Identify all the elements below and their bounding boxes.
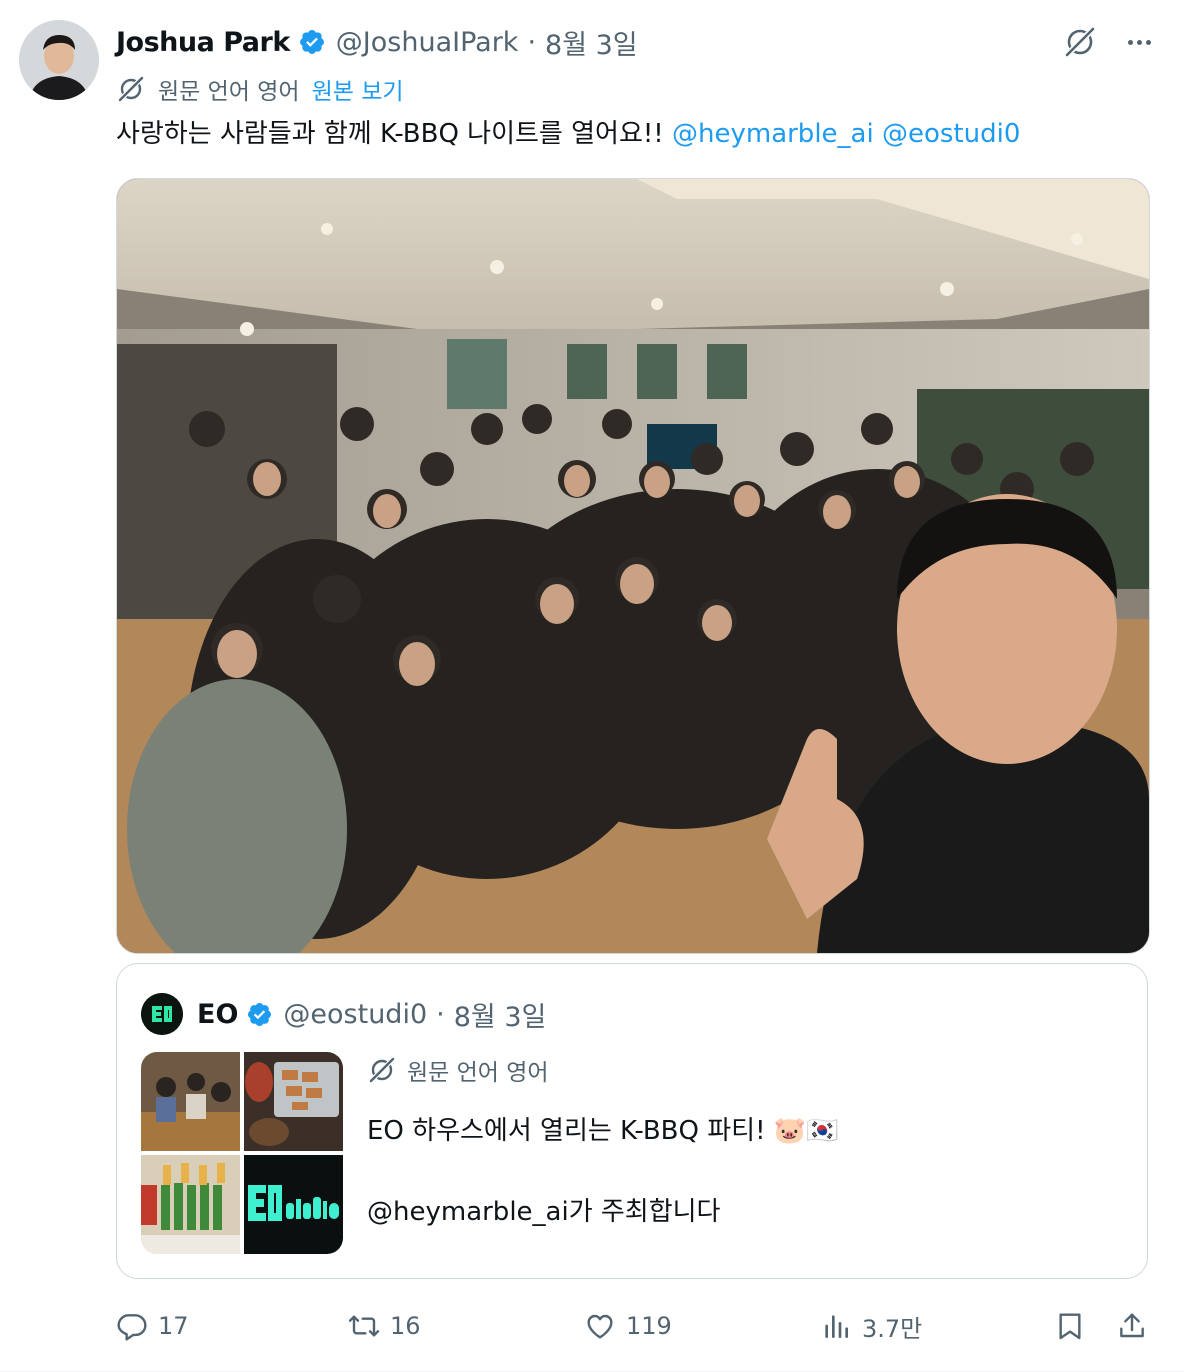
share-icon (1120, 1313, 1144, 1338)
tweet-text: 사랑하는 사람들과 함께 K-BBQ 나이트를 열어요!! @heymarble… (116, 114, 1020, 154)
quoted-translate-label: 원문 언어 영어 (407, 1060, 549, 1086)
author-name[interactable]: Joshua Park (116, 27, 290, 58)
eo-logo-icon (141, 993, 183, 1035)
bookmark-icon (1059, 1313, 1081, 1340)
mention-link[interactable]: @heymarble_ai (672, 119, 874, 149)
quoted-photo-3[interactable] (141, 1155, 240, 1254)
like-icon (587, 1314, 613, 1339)
views-count: 3.7만 (862, 1314, 923, 1343)
quoted-text-line-2: @heymarble_ai가 주최합니다 (367, 1197, 721, 1227)
quoted-text-line-1: EO 하우스에서 열리는 K-BBQ 파티! 🐷🇰🇷 (367, 1116, 839, 1146)
reply-count: 17 (158, 1312, 189, 1340)
quoted-header: EO @eostudi0 · 8월 3일 (141, 992, 546, 1036)
views-button[interactable]: 3.7만 (820, 1306, 922, 1346)
translation-row: 원문 언어 영어 원본 보기 (116, 72, 404, 106)
tweet-date[interactable]: 8월 3일 (545, 23, 638, 62)
author-handle[interactable]: @JoshuaIPark (336, 27, 519, 58)
translate-label: 원문 언어 영어 (158, 79, 300, 105)
quoted-photo-2[interactable] (244, 1052, 343, 1151)
mention-link[interactable]: @eostudi0 (882, 119, 1020, 149)
quoted-media-grid[interactable] (141, 1052, 343, 1254)
author-avatar[interactable] (19, 20, 99, 100)
quoted-avatar[interactable] (141, 993, 183, 1035)
tweet-actions: 17 16 119 3.7만 (116, 1306, 1160, 1346)
tweet-photo[interactable] (116, 178, 1150, 954)
verified-badge-icon (248, 1002, 272, 1026)
tweet-body: 사랑하는 사람들과 함께 K-BBQ 나이트를 열어요!! (116, 119, 672, 149)
quoted-photo-1[interactable] (141, 1052, 240, 1151)
reply-button[interactable]: 17 (116, 1306, 189, 1346)
view-original-link[interactable]: 원본 보기 (312, 72, 404, 106)
bookmark-button[interactable] (1054, 1306, 1096, 1346)
quoted-content: 원문 언어 영어 EO 하우스에서 열리는 K-BBQ 파티! 🐷🇰🇷 @hey… (367, 1052, 839, 1228)
like-count: 119 (626, 1312, 672, 1340)
quoted-translation-row: 원문 언어 영어 (367, 1052, 839, 1088)
grok-icon[interactable] (1062, 24, 1098, 60)
tweet-top-actions (1062, 24, 1154, 60)
repost-icon (348, 1315, 380, 1337)
separator-dot: · (436, 998, 445, 1030)
separator-dot: · (527, 26, 537, 58)
reply-icon (117, 1314, 147, 1341)
party-photo-illustration (117, 179, 1149, 953)
translate-icon (118, 76, 144, 102)
repost-button[interactable]: 16 (348, 1306, 421, 1346)
views-icon (825, 1315, 848, 1338)
quoted-author-handle[interactable]: @eostudi0 (283, 999, 427, 1030)
quoted-date[interactable]: 8월 3일 (454, 995, 547, 1034)
tweet-header: Joshua Park @JoshuaIPark · 8월 3일 (116, 22, 638, 62)
like-button[interactable]: 119 (584, 1306, 672, 1346)
quoted-author-name[interactable]: EO (197, 999, 238, 1030)
verified-badge-icon (299, 30, 324, 54)
quoted-tweet[interactable]: EO @eostudi0 · 8월 3일 원문 언어 영어 EO 하우스에서 열… (116, 963, 1148, 1279)
share-button[interactable] (1116, 1306, 1158, 1346)
repost-count: 16 (390, 1312, 421, 1340)
quoted-photo-4[interactable] (244, 1155, 343, 1254)
translate-icon (369, 1057, 395, 1083)
more-icon[interactable] (1124, 27, 1154, 57)
